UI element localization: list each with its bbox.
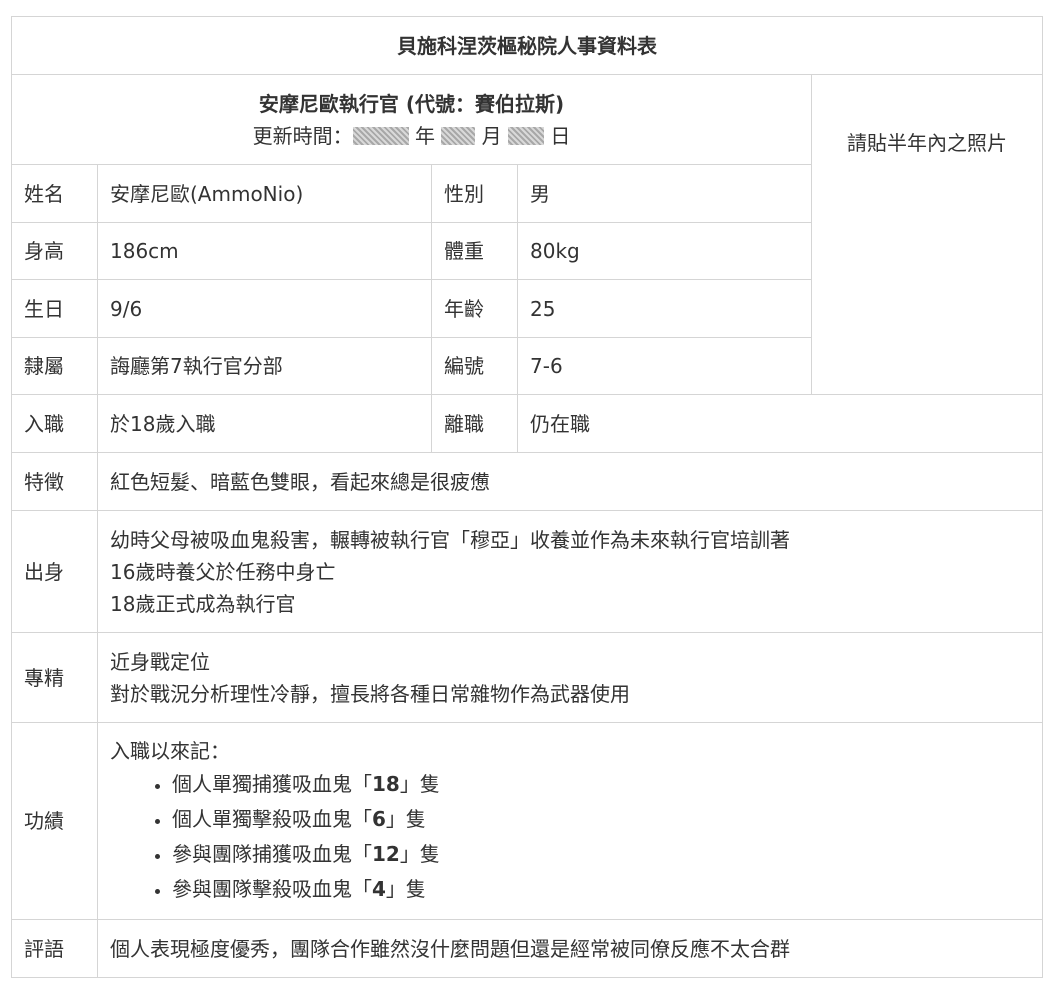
redacted-month xyxy=(441,126,476,145)
name-value: 安摩尼歐(AmmoNio) xyxy=(97,164,432,223)
birthday-label: 生日 xyxy=(11,279,98,338)
leave-label: 離職 xyxy=(431,394,518,453)
number-value: 7-6 xyxy=(517,337,812,395)
redacted-year xyxy=(352,126,409,145)
origin-line: 18歲正式成為執行官 xyxy=(110,591,296,616)
specialty-value: 近身戰定位 對於戰況分析理性冷靜，擅長將各種日常雜物作為武器使用 xyxy=(97,632,1043,723)
achievement-count: 18 xyxy=(372,772,400,796)
achievements-intro: 入職以來記： xyxy=(110,739,230,763)
name-label: 姓名 xyxy=(11,164,98,223)
comment-label: 評語 xyxy=(11,919,98,978)
achievements-value: 入職以來記： 個人單獨捕獲吸血鬼「18」隻 個人單獨擊殺吸血鬼「6」隻 參與團隊… xyxy=(97,722,1043,920)
specialty-line: 近身戰定位 xyxy=(110,649,210,674)
photo-placeholder-cell: 請貼半年內之照片 xyxy=(811,74,1043,395)
table-title-cell: 貝施科涅茨樞秘院人事資料表 xyxy=(11,16,1043,75)
height-value: 186cm xyxy=(97,222,432,280)
comment-value: 個人表現極度優秀，團隊合作雖然沒什麼問題但還是經常被同僚反應不太合群 xyxy=(97,919,1043,978)
header-cell: 安摩尼歐執行官 (代號：賽伯拉斯) 更新時間： 年 月 日 xyxy=(11,74,812,165)
gender-label: 性別 xyxy=(431,164,518,223)
redacted-day xyxy=(508,126,545,145)
join-value: 於18歲入職 xyxy=(97,394,432,453)
achievement-item: 參與團隊擊殺吸血鬼「4」隻 xyxy=(172,872,1030,907)
height-label: 身高 xyxy=(11,222,98,280)
features-label: 特徵 xyxy=(11,452,98,511)
table-title: 貝施科涅茨樞秘院人事資料表 xyxy=(397,33,657,58)
affiliation-value: 誨廳第7執行官分部 xyxy=(97,337,432,395)
age-label: 年齡 xyxy=(431,279,518,338)
features-value: 紅色短髮、暗藍色雙眼，看起來總是很疲憊 xyxy=(97,452,1043,511)
affiliation-label: 隸屬 xyxy=(11,337,98,395)
achievement-item: 個人單獨捕獲吸血鬼「18」隻 xyxy=(172,767,1030,802)
achievement-item: 個人單獨擊殺吸血鬼「6」隻 xyxy=(172,802,1030,837)
specialty-label: 專精 xyxy=(11,632,98,723)
officer-name-heading: 安摩尼歐執行官 (代號：賽伯拉斯) xyxy=(258,91,565,116)
origin-line: 幼時父母被吸血鬼殺害，輾轉被執行官「穆亞」收養並作為未來執行官培訓著 xyxy=(110,527,790,552)
origin-label: 出身 xyxy=(11,510,98,633)
number-label: 編號 xyxy=(431,337,518,395)
origin-value: 幼時父母被吸血鬼殺害，輾轉被執行官「穆亞」收養並作為未來執行官培訓著 16歲時養… xyxy=(97,510,1043,633)
achievements-list: 個人單獨捕獲吸血鬼「18」隻 個人單獨擊殺吸血鬼「6」隻 參與團隊捕獲吸血鬼「1… xyxy=(110,767,1030,907)
achievement-count: 12 xyxy=(372,842,400,866)
birthday-value: 9/6 xyxy=(97,279,432,338)
photo-placeholder: 請貼半年內之照片 xyxy=(847,131,1007,155)
weight-label: 體重 xyxy=(431,222,518,280)
achievements-label: 功績 xyxy=(11,722,98,920)
origin-line: 16歲時養父於任務中身亡 xyxy=(110,559,336,584)
leave-value: 仍在職 xyxy=(517,394,1043,453)
join-label: 入職 xyxy=(11,394,98,453)
achievement-item: 參與團隊捕獲吸血鬼「12」隻 xyxy=(172,837,1030,872)
personnel-record-table: 貝施科涅茨樞秘院人事資料表 安摩尼歐執行官 (代號：賽伯拉斯) 更新時間： 年 … xyxy=(11,16,1043,978)
update-time: 更新時間： 年 月 日 xyxy=(252,123,571,148)
achievement-count: 6 xyxy=(372,807,386,831)
weight-value: 80kg xyxy=(517,222,812,280)
specialty-line: 對於戰況分析理性冷靜，擅長將各種日常雜物作為武器使用 xyxy=(110,681,630,706)
achievement-count: 4 xyxy=(372,877,386,901)
age-value: 25 xyxy=(517,279,812,338)
gender-value: 男 xyxy=(517,164,812,223)
